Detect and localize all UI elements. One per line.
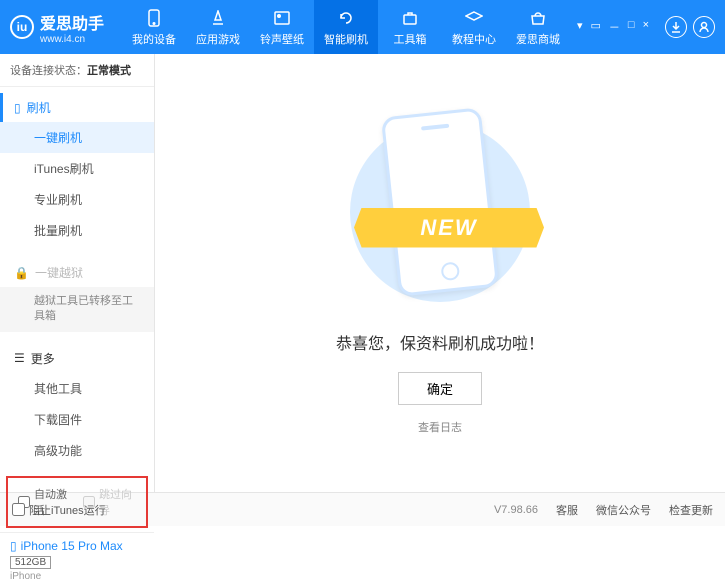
connection-status: 设备连接状态：正常模式 bbox=[0, 54, 154, 87]
sidebar-head-more[interactable]: ☰更多 bbox=[0, 344, 154, 373]
device-storage: 512GB bbox=[10, 556, 51, 569]
logo: iu 爱思助手 www.i4.cn bbox=[10, 10, 104, 45]
version-label: V7.98.66 bbox=[494, 504, 538, 516]
nav-ringtones[interactable]: 铃声壁纸 bbox=[250, 0, 314, 54]
nav-toolbox[interactable]: 工具箱 bbox=[378, 0, 442, 54]
sidebar-head-jailbreak: 🔒一键越狱 bbox=[0, 258, 154, 287]
toolbox-icon bbox=[400, 8, 420, 28]
nav-apps[interactable]: 应用游戏 bbox=[186, 0, 250, 54]
maximize-icon[interactable]: □ bbox=[626, 19, 637, 35]
sidebar-head-flash[interactable]: ▯刷机 bbox=[0, 93, 154, 122]
apps-icon bbox=[208, 8, 228, 28]
block-itunes-checkbox[interactable]: 阻止iTunes运行 bbox=[12, 502, 106, 518]
sidebar-item-batch[interactable]: 批量刷机 bbox=[0, 215, 154, 246]
download-button[interactable] bbox=[665, 16, 687, 38]
nav-store[interactable]: 爱思商城 bbox=[506, 0, 570, 54]
user-button[interactable] bbox=[693, 16, 715, 38]
app-title: 爱思助手 bbox=[40, 16, 104, 33]
device-type: iPhone bbox=[10, 571, 144, 582]
sidebar-item-itunes[interactable]: iTunes刷机 bbox=[0, 153, 154, 184]
success-message: 恭喜您，保资料刷机成功啦！ bbox=[336, 330, 544, 354]
image-icon bbox=[272, 8, 292, 28]
footer-wechat[interactable]: 微信公众号 bbox=[596, 502, 651, 518]
window-buttons: ▾ ▭ － □ × bbox=[575, 19, 651, 35]
phone-icon bbox=[144, 8, 164, 28]
lock-icon[interactable]: ▭ bbox=[589, 19, 603, 35]
graduation-icon bbox=[464, 8, 484, 28]
device-icon: ▯ bbox=[14, 101, 21, 115]
nav-tutorials[interactable]: 教程中心 bbox=[442, 0, 506, 54]
new-ribbon: NEW bbox=[354, 208, 544, 248]
sidebar: 设备连接状态：正常模式 ▯刷机 一键刷机 iTunes刷机 专业刷机 批量刷机 … bbox=[0, 54, 155, 492]
view-log-link[interactable]: 查看日志 bbox=[418, 419, 462, 435]
sidebar-item-other[interactable]: 其他工具 bbox=[0, 373, 154, 404]
sidebar-jailbreak-note: 越狱工具已转移至工具箱 bbox=[0, 287, 154, 332]
header-controls: ▾ ▭ － □ × bbox=[575, 16, 715, 38]
main-content: NEW 恭喜您，保资料刷机成功啦！ 确定 查看日志 bbox=[155, 54, 725, 492]
logo-icon: iu bbox=[10, 15, 34, 39]
device-info[interactable]: ▯iPhone 15 Pro Max 512GB iPhone bbox=[0, 532, 154, 588]
ok-button[interactable]: 确定 bbox=[398, 372, 482, 405]
nav-my-device[interactable]: 我的设备 bbox=[122, 0, 186, 54]
minimize-icon[interactable]: － bbox=[607, 19, 622, 35]
footer-update[interactable]: 检查更新 bbox=[669, 502, 713, 518]
menu-icon[interactable]: ▾ bbox=[575, 19, 585, 35]
phone-small-icon: ▯ bbox=[10, 539, 17, 553]
sidebar-item-download[interactable]: 下载固件 bbox=[0, 404, 154, 435]
sidebar-item-pro[interactable]: 专业刷机 bbox=[0, 184, 154, 215]
app-subtitle: www.i4.cn bbox=[40, 34, 104, 45]
refresh-icon bbox=[336, 8, 356, 28]
list-icon: ☰ bbox=[14, 351, 25, 365]
lock-icon: 🔒 bbox=[14, 266, 29, 280]
nav-flash[interactable]: 智能刷机 bbox=[314, 0, 378, 54]
close-icon[interactable]: × bbox=[641, 19, 651, 35]
top-nav: 我的设备 应用游戏 铃声壁纸 智能刷机 工具箱 教程中心 爱思商城 bbox=[122, 0, 575, 54]
sidebar-item-oneclick[interactable]: 一键刷机 bbox=[0, 122, 154, 153]
footer-support[interactable]: 客服 bbox=[556, 502, 578, 518]
store-icon bbox=[528, 8, 548, 28]
header: iu 爱思助手 www.i4.cn 我的设备 应用游戏 铃声壁纸 智能刷机 工具… bbox=[0, 0, 725, 54]
success-illustration: NEW bbox=[360, 112, 520, 312]
sidebar-item-advanced[interactable]: 高级功能 bbox=[0, 435, 154, 466]
